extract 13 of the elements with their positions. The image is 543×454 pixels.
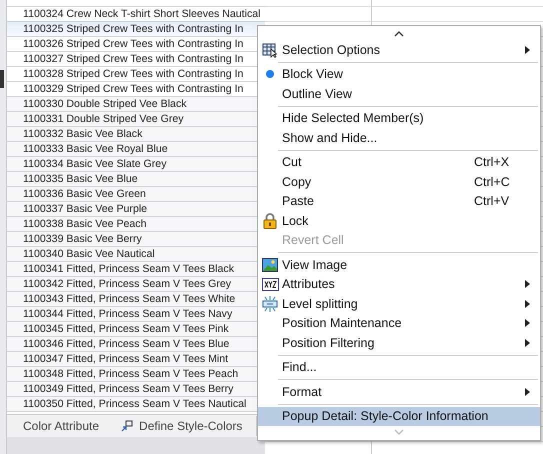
tab[interactable]: Define Style-Colors — [121, 419, 242, 433]
table-row[interactable]: 1100324 Crew Neck T-shirt Short Sleeves Nautical — [7, 7, 265, 22]
splitter-handle[interactable] — [0, 70, 4, 88]
scroll-down-icon[interactable] — [393, 428, 405, 436]
menu-item[interactable]: Popup Detail: Style-Color Information — [258, 406, 540, 426]
tab[interactable]: Color Attribute — [23, 419, 100, 433]
lock-icon — [263, 212, 277, 229]
table-icon — [262, 42, 278, 58]
split-icon — [261, 296, 279, 312]
table-row[interactable]: 1100325 Striped Crew Tees with Contrasting In — [7, 22, 265, 37]
image-icon — [262, 258, 278, 272]
xyz-icon — [262, 278, 278, 291]
scroll-up-icon[interactable] — [393, 30, 405, 38]
